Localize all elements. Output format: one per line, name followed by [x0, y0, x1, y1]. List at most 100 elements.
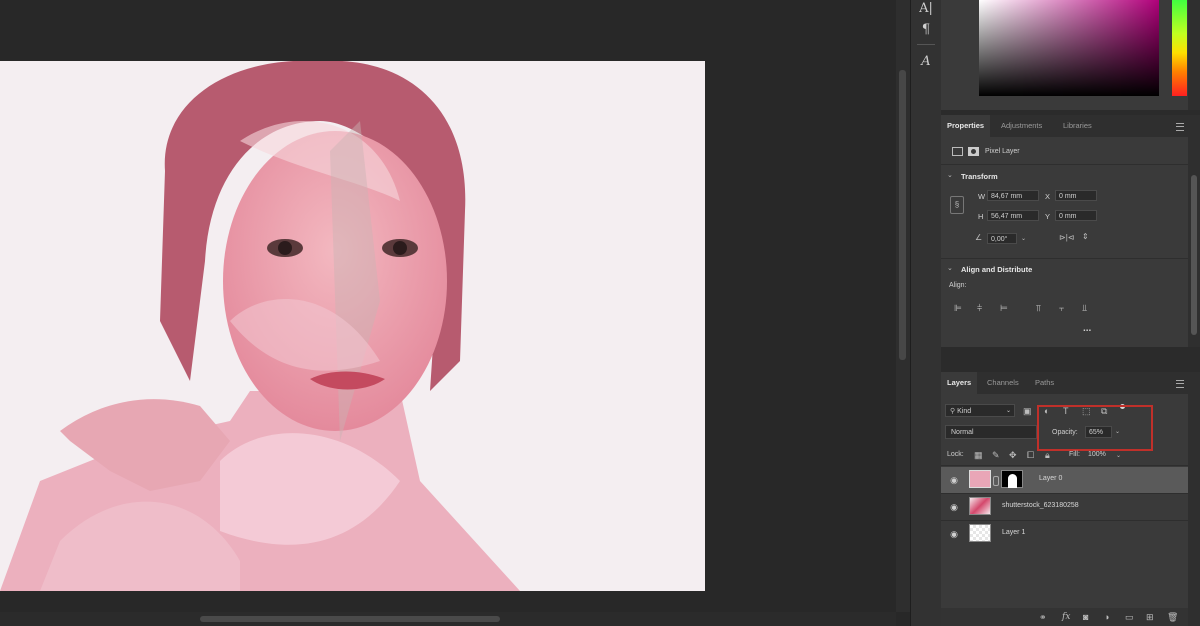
properties-scroll-thumb[interactable]	[1191, 175, 1197, 335]
properties-panel: Properties Adjustments Libraries Pixel L…	[941, 115, 1188, 347]
flip-vertical-icon[interactable]: ⇕	[1082, 232, 1089, 242]
divider	[941, 465, 1188, 466]
lock-position-icon[interactable]: ✥	[1009, 450, 1017, 460]
panel-menu-icon[interactable]	[1176, 123, 1184, 131]
flip-horizontal-icon[interactable]: ⊳|⊲	[1059, 233, 1074, 243]
align-label: Align:	[949, 282, 967, 289]
double-exposure-portrait-image	[0, 61, 705, 591]
tab-channels[interactable]: Channels	[981, 372, 1025, 394]
eye-visibility-icon[interactable]: ◉	[949, 529, 959, 539]
lock-transparent-pixels-icon[interactable]: ▦	[974, 450, 983, 460]
pixel-layer-label: Pixel Layer	[985, 148, 1020, 155]
link-proportions-icon[interactable]: §	[950, 196, 964, 214]
canvas-workspace[interactable]	[0, 0, 910, 626]
new-group-icon[interactable]: ▭	[1125, 612, 1134, 622]
link-layers-icon[interactable]: ⚭	[1039, 612, 1047, 622]
panel-icon-strip: A| ¶ A	[910, 0, 942, 626]
chevron-down-icon[interactable]: ⌄	[1116, 451, 1121, 461]
image-icon	[952, 147, 963, 156]
chevron-down-icon[interactable]: ⌄	[947, 264, 953, 274]
properties-scrollbar[interactable]	[1188, 115, 1200, 347]
hue-slider[interactable]	[1172, 0, 1187, 96]
artboard-lock-icon[interactable]: ⧠	[1027, 450, 1034, 460]
angle-icon: ∠	[975, 233, 983, 242]
color-panel-scrollbar[interactable]	[1188, 0, 1200, 110]
layers-bottom-toolbar: ⚭ fx ◙ ◑ ▭ ⊞ 🗑︎	[941, 608, 1188, 626]
properties-tabbar: Properties Adjustments Libraries	[941, 115, 1188, 137]
chevron-down-icon: ⌄	[1005, 408, 1011, 414]
lock-image-pixels-icon[interactable]: ✎	[992, 450, 1000, 460]
tab-layers[interactable]: Layers	[941, 372, 978, 394]
adjustment-layer-icon[interactable]: ◑	[1104, 612, 1109, 622]
color-panel	[941, 0, 1188, 110]
delete-layer-icon[interactable]: 🗑︎	[1167, 612, 1178, 622]
align-right-icon[interactable]: ⊨	[1000, 303, 1008, 313]
new-layer-icon[interactable]: ⊞	[1146, 612, 1154, 622]
vertical-scroll-thumb[interactable]	[899, 70, 906, 360]
tab-libraries[interactable]: Libraries	[1057, 115, 1098, 137]
eye-visibility-icon[interactable]: ◉	[949, 502, 959, 512]
fill-value[interactable]: 100%	[1088, 451, 1106, 458]
angle-field[interactable]: 0,00°	[987, 233, 1017, 244]
y-position-field[interactable]: 0 mm	[1055, 210, 1097, 221]
layer-name: Layer 0	[1039, 475, 1063, 482]
layer-name: shutterstock_623180258	[1002, 502, 1079, 509]
x-position-field[interactable]: 0 mm	[1055, 190, 1097, 201]
horizontal-scroll-thumb[interactable]	[200, 616, 500, 622]
lock-all-icon[interactable]: 🔒︎	[1045, 450, 1050, 460]
blend-mode-value: Normal	[951, 429, 974, 436]
tab-paths[interactable]: Paths	[1029, 372, 1060, 394]
layers-panel: Layers Channels Paths ⚲ Kind ⌄ ▣ ◐ T ⬚ ⧉…	[941, 372, 1188, 626]
width-field[interactable]: 84,67 mm	[987, 190, 1039, 201]
height-label: H	[978, 212, 984, 221]
layer-mask-thumbnail[interactable]	[1001, 470, 1023, 488]
document-canvas[interactable]	[0, 61, 705, 591]
tab-properties[interactable]: Properties	[941, 115, 991, 137]
vertical-scrollbar[interactable]	[896, 0, 910, 612]
mask-icon	[968, 147, 979, 156]
glyphs-icon[interactable]: A	[916, 53, 936, 71]
layer-row[interactable]: ◉ Layer 0	[941, 467, 1188, 493]
align-section-title: Align and Distribute	[961, 265, 1033, 274]
chevron-down-icon[interactable]: ⌄	[947, 171, 953, 181]
filter-kind-label: Kind	[957, 408, 972, 415]
align-left-icon[interactable]: ⊫	[954, 303, 962, 313]
right-panel-dock: Properties Adjustments Libraries Pixel L…	[941, 0, 1200, 626]
opacity-highlight-box	[1037, 405, 1153, 451]
horizontal-scrollbar[interactable]	[0, 612, 896, 626]
pixel-filter-icon[interactable]: ▣	[1023, 406, 1032, 416]
panel-menu-icon[interactable]	[1176, 380, 1184, 388]
color-field[interactable]	[979, 0, 1159, 96]
chevron-down-icon[interactable]: ⌄	[1021, 234, 1026, 244]
align-center-vertical-icon[interactable]: ⫟	[1059, 303, 1064, 313]
height-field[interactable]: 56,47 mm	[987, 210, 1039, 221]
transform-section-title: Transform	[961, 172, 998, 181]
layer-thumbnail	[969, 470, 991, 488]
fill-label: Fill:	[1069, 451, 1080, 458]
layer-row[interactable]: ◉ Layer 1	[941, 521, 1188, 547]
mask-link-icon[interactable]	[993, 476, 999, 486]
divider	[941, 258, 1188, 259]
layer-row[interactable]: ◉ shutterstock_623180258	[941, 494, 1188, 520]
lock-label: Lock:	[947, 451, 964, 458]
eye-visibility-icon[interactable]: ◉	[949, 475, 959, 485]
layer-filter-select[interactable]: ⚲ Kind ⌄	[945, 404, 1015, 417]
layers-scrollbar[interactable]	[1188, 372, 1200, 626]
layer-thumbnail	[969, 497, 991, 515]
blend-mode-select[interactable]: Normal	[945, 425, 1037, 439]
more-options-button[interactable]: ...	[1083, 323, 1091, 334]
search-icon: ⚲	[950, 408, 956, 415]
add-mask-icon[interactable]: ◙	[1083, 612, 1088, 622]
paragraph-panel-icon[interactable]: ¶	[916, 21, 936, 39]
width-label: W	[978, 192, 986, 201]
align-top-icon[interactable]: ⫪	[1036, 303, 1041, 313]
divider	[941, 164, 1188, 165]
layers-tabbar: Layers Channels Paths	[941, 372, 1188, 394]
x-label: X	[1045, 192, 1051, 201]
align-center-horizontal-icon[interactable]: ⫩	[977, 303, 982, 313]
character-panel-icon[interactable]: A|	[916, 0, 936, 18]
align-bottom-icon[interactable]: ⫫	[1082, 303, 1087, 313]
tool-divider	[917, 44, 935, 45]
fx-icon[interactable]: fx	[1062, 612, 1070, 622]
tab-adjustments[interactable]: Adjustments	[995, 115, 1048, 137]
